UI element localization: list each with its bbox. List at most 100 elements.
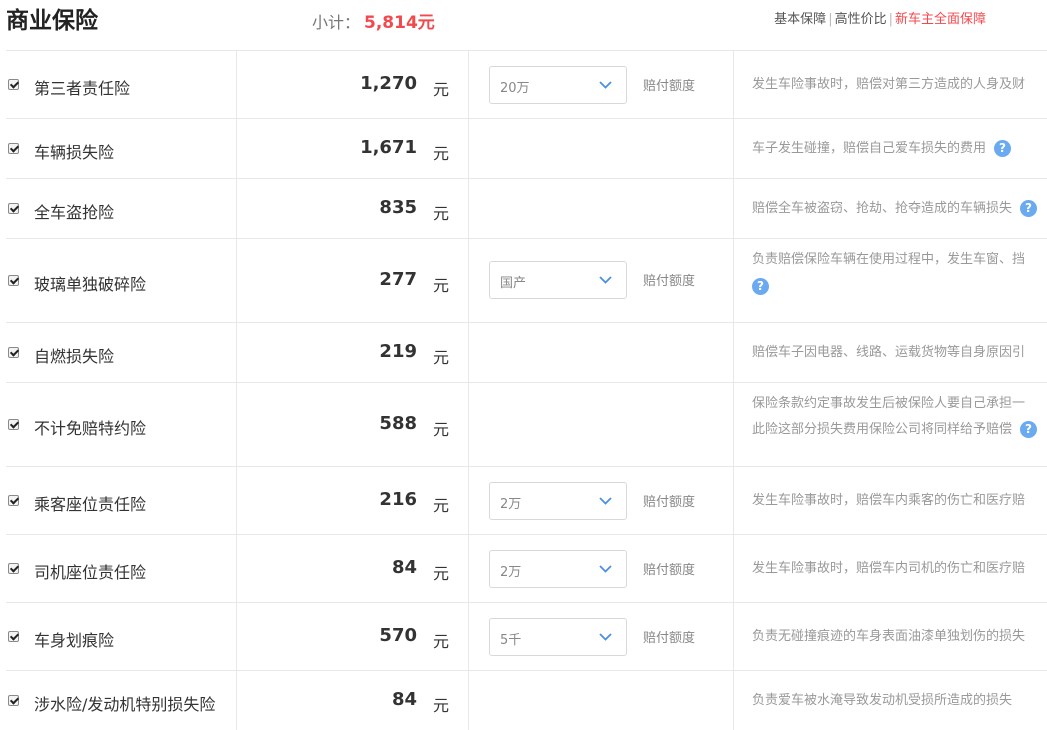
insurance-description-text: 发生车险事故时，赔偿车内司机的伤亡和医疗赔 xyxy=(752,561,1026,576)
chevron-down-icon xyxy=(599,497,612,505)
insurance-price-cell: 588 元 xyxy=(236,383,469,466)
page-header: 商业保险 小计： 5,814元 基本保障 | 高性价比 | 新车主全面保障 xyxy=(0,0,1047,50)
select-value: 国产 xyxy=(500,276,527,291)
insurance-row: 涉水险/发动机特别损失险 84 元 负责爱车被水淹导致发动机受损所造成的损失 xyxy=(6,670,1047,730)
insurance-name-cell: 涉水险/发动机特别损失险 xyxy=(6,671,236,730)
coverage-amount-select[interactable]: 5千 xyxy=(489,618,627,656)
insurance-price: 1,270 xyxy=(360,73,417,94)
insurance-name-cell: 玻璃单独破碎险 xyxy=(6,239,236,322)
plan-tab-basic[interactable]: 基本保障 xyxy=(774,12,826,27)
help-icon[interactable]: ? xyxy=(1020,200,1038,217)
insurance-description: 保险条款约定事故发生后被保险人要自己承担一 xyxy=(752,391,1025,417)
help-icon[interactable]: ? xyxy=(994,140,1012,157)
coverage-amount-select[interactable]: 20万 xyxy=(489,66,627,104)
insurance-price-cell: 1,671 元 xyxy=(236,119,469,178)
insurance-option-cell: 2万 赔付额度 xyxy=(468,535,734,602)
insurance-name: 车身划痕险 xyxy=(34,631,115,650)
insurance-name-cell: 车身划痕险 xyxy=(6,603,236,670)
insurance-price: 588 xyxy=(379,413,417,434)
insurance-option-cell: 20万 赔付额度 xyxy=(468,51,734,118)
insurance-name-cell: 乘客座位责任险 xyxy=(6,467,236,534)
insurance-checkbox[interactable] xyxy=(8,143,19,154)
plan-tab-value[interactable]: 高性价比 xyxy=(835,12,887,27)
insurance-checkbox[interactable] xyxy=(8,275,19,286)
currency-unit: 元 xyxy=(432,276,449,295)
insurance-description-cell: 发生车险事故时，赔偿车内司机的伤亡和医疗赔 xyxy=(752,535,1047,602)
insurance-description-cell: 负责赔偿保险车辆在使用过程中，发生车窗、挡? xyxy=(752,239,1047,322)
help-icon[interactable]: ? xyxy=(752,278,769,295)
insurance-option-cell: 国产 赔付额度 xyxy=(468,239,734,322)
insurance-checkbox[interactable] xyxy=(8,695,19,706)
insurance-name-cell: 全车盗抢险 xyxy=(6,179,236,238)
insurance-row: 自燃损失险 219 元 赔偿车子因电器、线路、运载货物等自身原因引 xyxy=(6,322,1047,382)
help-icon[interactable]: ? xyxy=(1020,421,1038,438)
insurance-name-cell: 车辆损失险 xyxy=(6,119,236,178)
insurance-checkbox[interactable] xyxy=(8,631,19,642)
insurance-description: 发生车险事故时，赔偿车内乘客的伤亡和医疗赔 xyxy=(752,488,1025,514)
chevron-down-icon xyxy=(599,565,612,573)
coverage-amount-select[interactable]: 2万 xyxy=(489,482,627,520)
insurance-price: 277 xyxy=(379,269,417,290)
insurance-option-cell: 5千 赔付额度 xyxy=(468,603,734,670)
insurance-row: 车辆损失险 1,671 元 车子发生碰撞，赔偿自己爱车损失的费用? xyxy=(6,118,1047,178)
currency-unit: 元 xyxy=(432,204,449,223)
coverage-amount-label: 赔付额度 xyxy=(643,631,696,646)
insurance-name: 车辆损失险 xyxy=(34,143,115,162)
currency-unit: 元 xyxy=(432,696,449,715)
currency-unit: 元 xyxy=(432,420,449,439)
insurance-price-cell: 84 元 xyxy=(236,671,469,730)
insurance-price-cell: 570 元 xyxy=(236,603,469,670)
currency-unit: 元 xyxy=(432,564,449,583)
insurance-description-cell: 负责无碰撞痕迹的车身表面油漆单独划伤的损失 xyxy=(752,603,1047,670)
coverage-amount-select[interactable]: 国产 xyxy=(489,261,627,299)
currency-unit: 元 xyxy=(432,496,449,515)
insurance-name: 乘客座位责任险 xyxy=(34,495,147,514)
insurance-name-cell: 第三者责任险 xyxy=(6,51,236,118)
insurance-row: 司机座位责任险 84 元 2万 赔付额度 发生车险事故时，赔偿车内司机的伤亡和医疗赔 xyxy=(6,534,1047,602)
insurance-checkbox[interactable] xyxy=(8,563,19,574)
insurance-description-text: 发生车险事故时，赔偿车内乘客的伤亡和医疗赔 xyxy=(752,493,1026,508)
insurance-description-text: 保险条款约定事故发生后被保险人要自己承担一 xyxy=(752,396,1026,411)
chevron-down-icon xyxy=(599,81,612,89)
insurance-checkbox[interactable] xyxy=(8,347,19,358)
insurance-name: 自燃损失险 xyxy=(34,347,115,366)
insurance-description: 车子发生碰撞，赔偿自己爱车损失的费用? xyxy=(752,136,1012,162)
insurance-checkbox[interactable] xyxy=(8,79,19,90)
insurance-description-text: 负责无碰撞痕迹的车身表面油漆单独划伤的损失 xyxy=(752,629,1026,644)
insurance-row: 玻璃单独破碎险 277 元 国产 赔付额度 负责赔偿保险车辆在使用过程中，发生车窗、挡? xyxy=(6,238,1047,322)
plan-tab-full[interactable]: 新车主全面保障 xyxy=(895,12,986,27)
insurance-checkbox[interactable] xyxy=(8,495,19,506)
insurance-row: 全车盗抢险 835 元 赔偿全车被盗窃、抢劫、抢夺造成的车辆损失? xyxy=(6,178,1047,238)
insurance-name-cell: 司机座位责任险 xyxy=(6,535,236,602)
insurance-checkbox[interactable] xyxy=(8,203,19,214)
select-value: 2万 xyxy=(500,565,522,580)
insurance-name: 司机座位责任险 xyxy=(34,563,147,582)
page-title: 商业保险 xyxy=(6,8,98,34)
select-value: 2万 xyxy=(500,497,522,512)
insurance-option-cell xyxy=(468,179,734,238)
coverage-amount-select[interactable]: 2万 xyxy=(489,550,627,588)
insurance-description-text: 车子发生碰撞，赔偿自己爱车损失的费用 xyxy=(752,141,987,156)
plan-tabs: 基本保障 | 高性价比 | 新车主全面保障 xyxy=(774,8,986,27)
insurance-price: 835 xyxy=(379,197,417,218)
insurance-price-cell: 219 元 xyxy=(236,323,469,382)
insurance-description: 发生车险事故时，赔偿对第三方造成的人身及财 xyxy=(752,72,1025,98)
insurance-row: 第三者责任险 1,270 元 20万 赔付额度 发生车险事故时，赔偿对第三方造成的人身及财 xyxy=(6,50,1047,118)
insurance-checkbox[interactable] xyxy=(8,419,19,430)
insurance-option-cell xyxy=(468,323,734,382)
insurance-description-cell: 赔偿车子因电器、线路、运载货物等自身原因引 xyxy=(752,323,1047,382)
insurance-price-cell: 84 元 xyxy=(236,535,469,602)
insurance-description-cell: 保险条款约定事故发生后被保险人要自己承担一 此险这部分损失费用保险公司将同样给予赔… xyxy=(752,383,1047,466)
insurance-price-cell: 277 元 xyxy=(236,239,469,322)
insurance-description-cell: 发生车险事故时，赔偿车内乘客的伤亡和医疗赔 xyxy=(752,467,1047,534)
insurance-name-cell: 不计免赔特约险 xyxy=(6,383,236,466)
insurance-description-cell: 负责爱车被水淹导致发动机受损所造成的损失 xyxy=(752,671,1047,730)
insurance-description: 赔偿全车被盗窃、抢劫、抢夺造成的车辆损失? xyxy=(752,196,1038,222)
insurance-option-cell: 2万 赔付额度 xyxy=(468,467,734,534)
insurance-price: 84 xyxy=(391,689,417,710)
insurance-option-cell xyxy=(468,671,734,730)
select-value: 5千 xyxy=(500,633,522,648)
insurance-price: 84 xyxy=(391,557,417,578)
insurance-description-cell: 车子发生碰撞，赔偿自己爱车损失的费用? xyxy=(752,119,1047,178)
plan-separator: | xyxy=(888,12,893,27)
